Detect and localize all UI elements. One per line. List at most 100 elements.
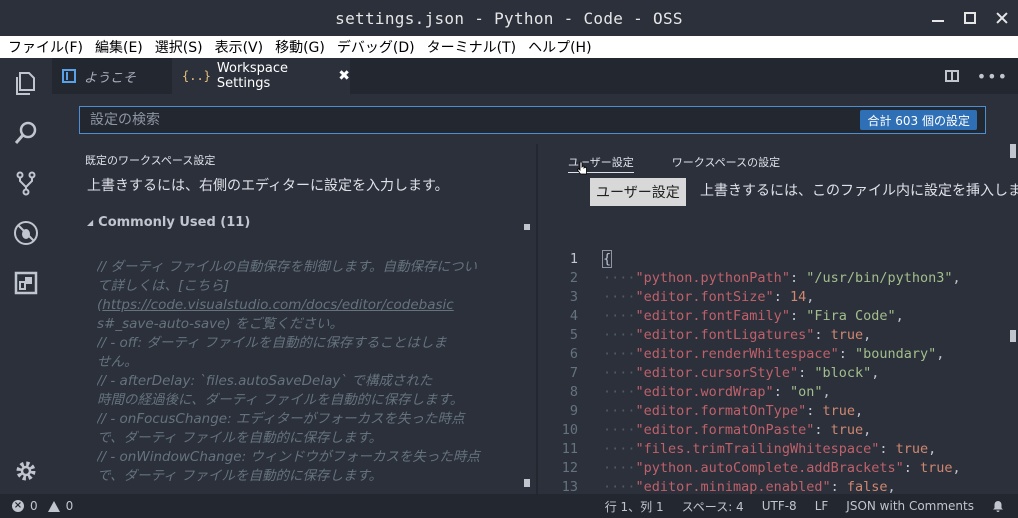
- tab-bar: ようこそ {..} Workspace Settings ✖ •••: [52, 58, 1018, 94]
- more-actions-icon[interactable]: •••: [977, 67, 1008, 86]
- cursor-position[interactable]: 行 1、列 1: [605, 498, 664, 515]
- colon: :: [789, 270, 807, 286]
- collapse-triangle-icon: ◢: [87, 218, 94, 227]
- warning-count: 0: [65, 499, 74, 513]
- settings-search: 合計 603 個の設定: [79, 106, 986, 134]
- comment-line: // ダーティ ファイルの自動保存を制御します。自動保存につい: [97, 259, 478, 275]
- code-line[interactable]: 6 ····"editor.renderWhitespace": "boundar…: [538, 345, 1018, 364]
- code-line[interactable]: 1{: [538, 250, 1018, 269]
- whitespace-guide: ····: [603, 422, 636, 438]
- code-line[interactable]: 11 ····"files.trimTrailingWhitespace": tr…: [538, 440, 1018, 459]
- right-scrollbar-marker[interactable]: [1010, 330, 1016, 342]
- comment-line: せん。: [97, 354, 138, 370]
- encoding[interactable]: UTF-8: [762, 499, 797, 513]
- files-icon[interactable]: [13, 70, 39, 96]
- indentation[interactable]: スペース: 4: [682, 498, 744, 515]
- commonly-used-label: Commonly Used (11): [98, 215, 251, 230]
- json-value: true: [920, 460, 953, 476]
- menu-go[interactable]: 移動(G): [271, 37, 333, 57]
- tab-workspace-settings[interactable]: {..} Workspace Settings ✖: [172, 58, 350, 94]
- code-line[interactable]: 8 ····"editor.wordWrap": "on",: [538, 383, 1018, 402]
- colon: :: [806, 403, 823, 419]
- comma: ,: [863, 327, 872, 343]
- minimize-icon[interactable]: [932, 14, 944, 22]
- colon: :: [773, 384, 790, 400]
- code-line[interactable]: 12 ····"python.autoComplete.addBrackets":…: [538, 459, 1018, 478]
- close-icon[interactable]: ✖: [338, 68, 350, 84]
- tab-welcome[interactable]: ようこそ: [52, 58, 172, 94]
- code-line[interactable]: 3 ····"editor.fontSize": 14,: [538, 288, 1018, 307]
- commonly-used-group[interactable]: ◢ Commonly Used (11): [87, 215, 250, 230]
- menu-view[interactable]: 表示(V): [211, 37, 272, 57]
- end-of-line[interactable]: LF: [815, 499, 829, 513]
- tab-workspace-settings-target[interactable]: ワークスペースの設定: [672, 154, 780, 173]
- menu-terminal[interactable]: ターミナル(T): [423, 37, 524, 57]
- code-editor[interactable]: 1{2 ····"python.pythonPath": "/usr/bin/py…: [538, 250, 1018, 518]
- code-line[interactable]: 5 ····"editor.fontLigatures": true,: [538, 326, 1018, 345]
- debug-icon[interactable]: [13, 220, 39, 246]
- json-value: true: [830, 327, 864, 343]
- split-editor-icon[interactable]: [944, 70, 959, 82]
- line-text: ····"editor.wordWrap": "on",: [578, 383, 831, 402]
- error-icon: ×: [12, 500, 24, 512]
- extensions-icon[interactable]: [13, 270, 39, 296]
- comma: ,: [854, 403, 864, 419]
- window-title: settings.json - Python - Code - OSS: [335, 8, 683, 28]
- line-number: 5: [569, 327, 578, 343]
- problems-indicator[interactable]: × 0 0: [12, 494, 73, 518]
- setting-comment: // ダーティ ファイルの自動保存を制御します。自動保存につい て詳しくは、[こ…: [97, 258, 517, 486]
- left-scrollbar-marker[interactable]: [524, 479, 530, 487]
- settings-count-badge: 合計 603 個の設定: [860, 110, 977, 130]
- whitespace-guide: ····: [603, 327, 636, 343]
- search-icon[interactable]: [13, 120, 39, 146]
- code-line[interactable]: 7 ····"editor.cursorStyle": "block",: [538, 364, 1018, 383]
- maximize-icon[interactable]: [964, 12, 976, 24]
- comma: ,: [887, 479, 896, 495]
- json-key: "python.autoComplete.addBrackets": [635, 460, 904, 476]
- line-text: ····"editor.fontFamily": "Fira Code",: [578, 307, 904, 326]
- bell-icon[interactable]: [992, 500, 1004, 512]
- line-text: ····"editor.formatOnType": true,: [578, 402, 863, 421]
- line-text: {: [578, 250, 613, 269]
- comment-line: 時間の経過後に、ダーティ ファイルを自動的に保存します。: [97, 392, 464, 408]
- json-key: "editor.renderWhitespace": [635, 346, 839, 362]
- json-value: true: [830, 422, 864, 438]
- line-number: 6: [569, 346, 578, 362]
- json-value: false: [846, 479, 888, 495]
- code-line[interactable]: 2 ····"python.pythonPath": "/usr/bin/pyth…: [538, 269, 1018, 288]
- line-text: ····"python.autoComplete.addBrackets": t…: [578, 459, 961, 478]
- close-window-icon[interactable]: [996, 12, 1008, 24]
- source-control-icon[interactable]: [13, 170, 39, 196]
- menu-selection[interactable]: 選択(S): [151, 37, 211, 57]
- menu-edit[interactable]: 編集(E): [91, 37, 151, 57]
- welcome-icon: [62, 69, 76, 83]
- gear-icon[interactable]: [13, 458, 39, 484]
- comment-line: s#_save-auto-save) をご覧ください。: [97, 316, 343, 332]
- search-input[interactable]: [90, 112, 790, 128]
- menu-debug[interactable]: デバッグ(D): [333, 37, 423, 57]
- tooltip: ユーザー設定: [590, 178, 686, 206]
- workspace-settings-pane: ユーザー設定 ワークスペースの設定 上書きするには、このファイル内に設定を挿入し…: [538, 144, 1018, 518]
- comment-line: て詳しくは、[こちら]: [97, 278, 230, 294]
- docs-link[interactable]: https://code.visualstudio.com/docs/edito…: [102, 297, 453, 313]
- tab-welcome-label: ようこそ: [84, 70, 137, 86]
- language-mode[interactable]: JSON with Comments: [846, 499, 974, 513]
- code-line[interactable]: 10 ····"editor.formatOnPaste": true,: [538, 421, 1018, 440]
- comment-link-line[interactable]: (https://code.visualstudio.com/docs/edit…: [97, 296, 517, 315]
- line-text: ····"editor.cursorStyle": "block",: [578, 364, 879, 383]
- menu-file[interactable]: ファイル(F): [4, 37, 91, 57]
- settings-target-tabs: ユーザー設定 ワークスペースの設定: [568, 154, 780, 173]
- menu-help[interactable]: ヘルプ(H): [524, 37, 599, 57]
- right-scrollbar-marker[interactable]: [1010, 144, 1016, 158]
- whitespace-guide: ····: [603, 479, 636, 495]
- json-value: "boundary": [854, 346, 937, 362]
- default-settings-description: 上書きするには、右側のエディターに設定を入力します。: [87, 178, 449, 194]
- colon: :: [814, 422, 831, 438]
- whitespace-guide: ····: [603, 384, 636, 400]
- code-line[interactable]: 9 ····"editor.formatOnType": true,: [538, 402, 1018, 421]
- default-settings-heading: 既定のワークスペース設定: [85, 154, 216, 167]
- json-key: "editor.fontLigatures": [635, 327, 815, 343]
- left-scrollbar-marker[interactable]: [524, 224, 530, 230]
- whitespace-guide: ····: [603, 365, 636, 381]
- code-line[interactable]: 4 ····"editor.fontFamily": "Fira Code",: [538, 307, 1018, 326]
